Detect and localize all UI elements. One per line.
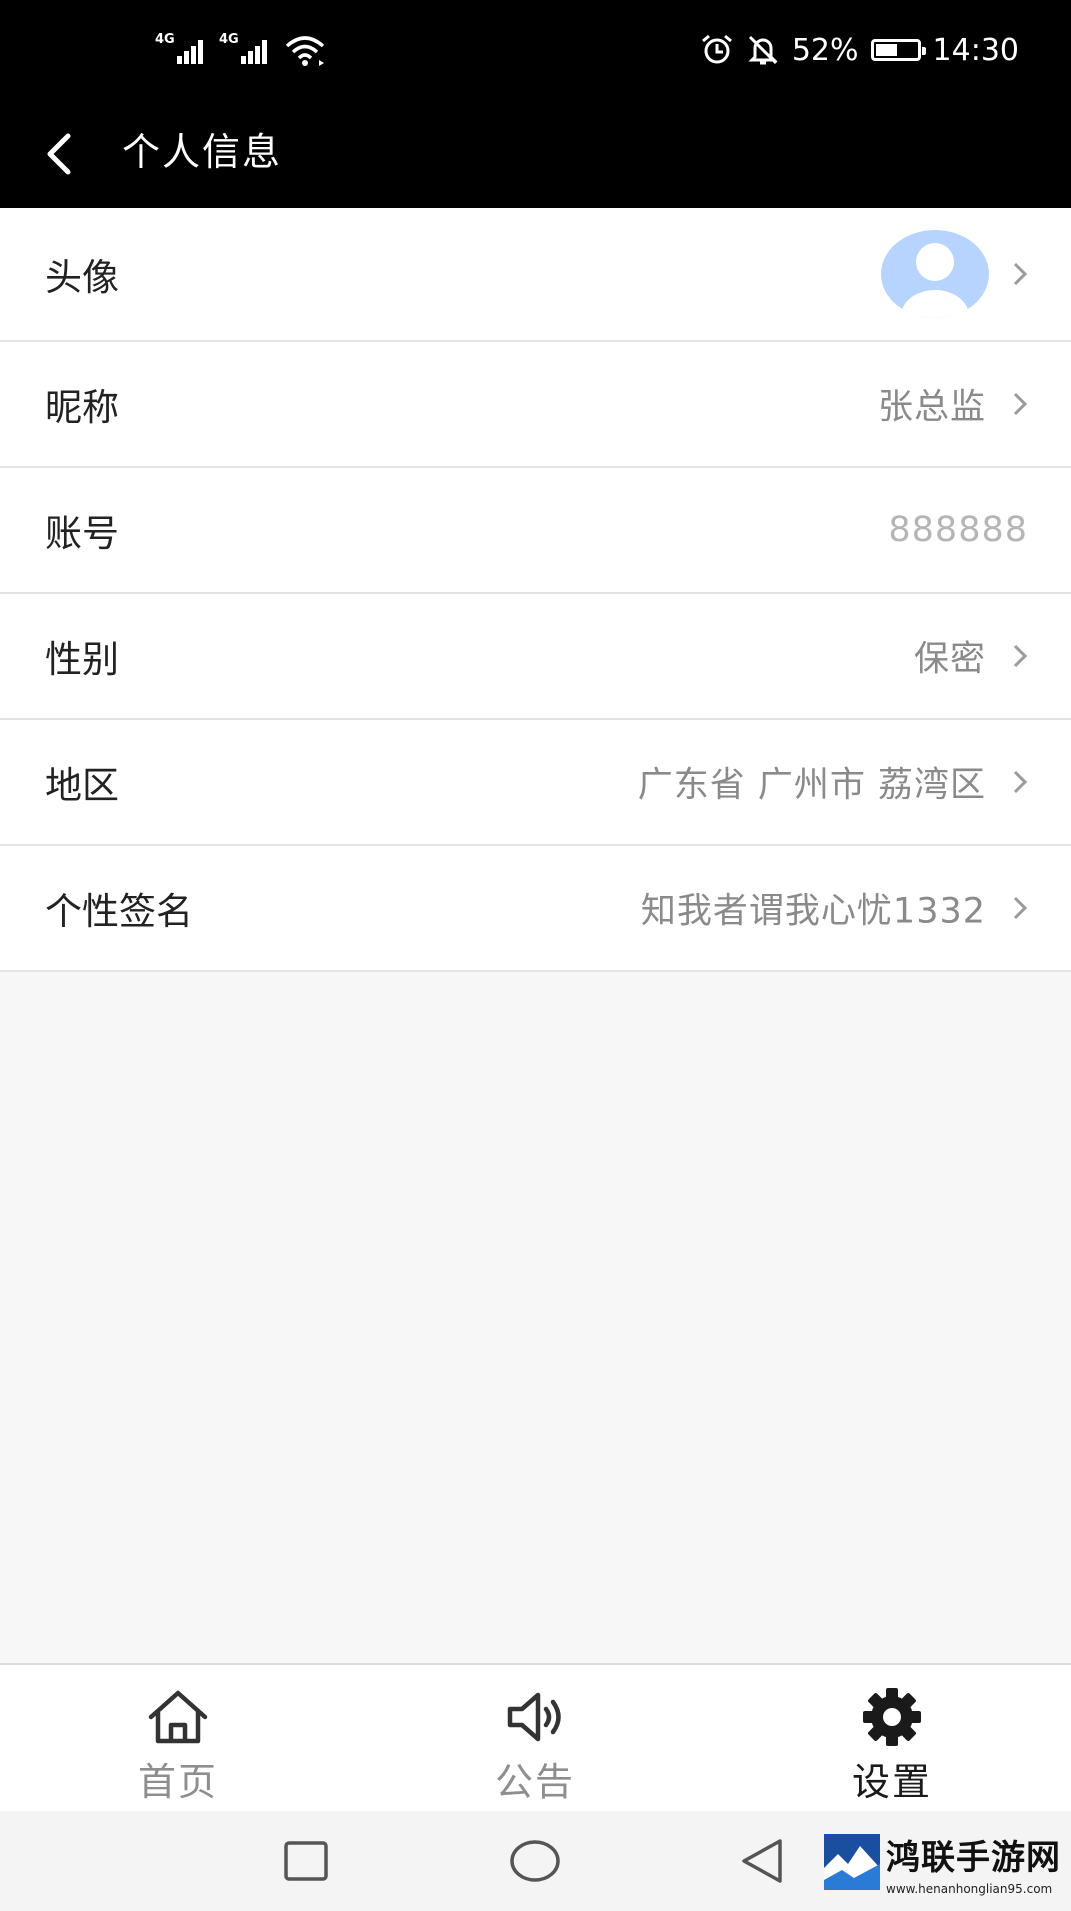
chevron-right-icon (1013, 896, 1028, 920)
tab-label: 公告 (494, 1760, 575, 1804)
region-row[interactable]: 地区 广东省 广州市 荔湾区 (0, 720, 1071, 846)
avatar-row[interactable]: 头像 (0, 208, 1071, 342)
chevron-right-icon (1013, 262, 1028, 286)
nickname-row[interactable]: 昵称 张总监 (0, 342, 1071, 468)
gender-value: 保密 (913, 639, 986, 680)
nickname-value: 张总监 (877, 387, 986, 428)
clock: 14:30 (932, 32, 1019, 68)
row-label: 个性签名 (45, 890, 193, 933)
account-value: 888888 (888, 510, 1028, 550)
network-type-label: 4G (219, 32, 239, 47)
row-label: 性别 (45, 638, 119, 681)
battery-icon (870, 39, 926, 61)
row-label: 头像 (45, 256, 119, 299)
chevron-right-icon (1013, 770, 1028, 794)
alarm-icon (701, 34, 732, 64)
recent-apps-icon[interactable] (276, 1833, 336, 1889)
gender-row[interactable]: 性别 保密 (0, 594, 1071, 720)
tab-settings[interactable]: 设置 (792, 1665, 992, 1811)
signature-value: 知我者谓我心忧1332 (640, 891, 986, 932)
battery-percent: 52% (791, 32, 859, 68)
tab-announcement[interactable]: 公告 (435, 1665, 635, 1811)
watermark-title: 鸿联手游网 (886, 1838, 1061, 1878)
avatar (881, 230, 989, 318)
signature-row[interactable]: 个性签名 知我者谓我心忧1332 (0, 846, 1071, 972)
home-circle-icon[interactable] (505, 1833, 565, 1889)
watermark: 鸿联手游网 www.henanhonglian95.com (822, 1830, 1071, 1911)
row-label: 地区 (45, 764, 119, 807)
chevron-right-icon (1013, 392, 1028, 416)
tab-label: 设置 (851, 1760, 932, 1804)
watermark-url: www.henanhonglian95.com (886, 1882, 1053, 1896)
tab-home[interactable]: 首页 (78, 1665, 278, 1811)
row-label: 账号 (45, 512, 119, 555)
signal-group: 4G 4G (155, 30, 327, 70)
gear-icon (863, 1688, 921, 1746)
bottom-tab-bar: 首页 公告 设置 (0, 1663, 1071, 1811)
page-title: 个人信息 (122, 130, 283, 174)
account-row: 账号 888888 (0, 468, 1071, 594)
status-right-group: 52% 14:30 (700, 30, 1019, 70)
region-value: 广东省 广州市 荔湾区 (637, 765, 986, 806)
battery-fill (875, 44, 897, 56)
wifi-icon (285, 36, 325, 66)
chevron-left-icon[interactable] (38, 126, 88, 182)
status-bar: 4G 4G 52% 14:30 (0, 0, 1071, 100)
tab-label: 首页 (137, 1760, 218, 1804)
profile-info-list: 头像 昵称 张总监 账号 888888 性别 保密 地区 广东省 广州市 荔湾区… (0, 208, 1071, 972)
signal-icon: 4G (155, 30, 207, 70)
row-label: 昵称 (45, 386, 119, 429)
network-type-label: 4G (155, 32, 175, 47)
speaker-icon (507, 1692, 561, 1742)
watermark-logo-icon (824, 1834, 880, 1890)
signal-icon: 4G (219, 30, 271, 70)
chevron-right-icon (1013, 644, 1028, 668)
title-bar: 个人信息 (0, 100, 1071, 208)
home-icon (148, 1690, 208, 1744)
mute-bell-icon (748, 35, 778, 65)
back-triangle-icon[interactable] (734, 1833, 794, 1889)
